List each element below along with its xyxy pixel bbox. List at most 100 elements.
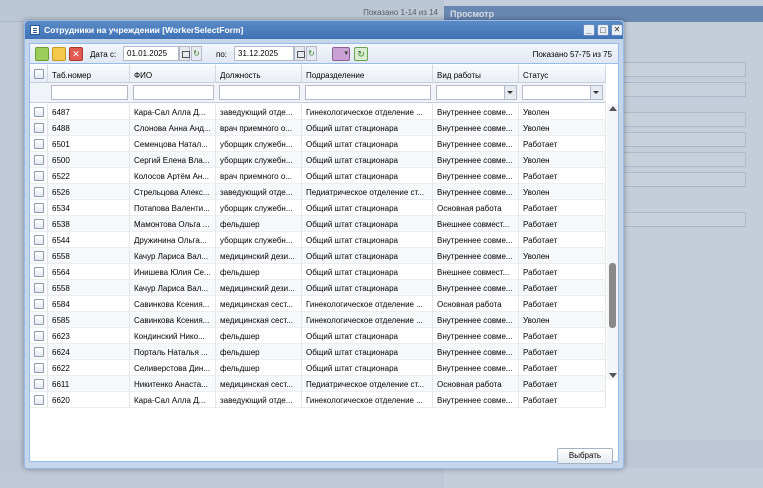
work-type-filter-select[interactable] bbox=[436, 85, 517, 100]
table-row[interactable]: 6558 Качур Лариса Вал... медицинский дези.… bbox=[30, 280, 606, 296]
row-checkbox[interactable] bbox=[34, 267, 44, 277]
row-position: заведующий отде... bbox=[216, 104, 302, 120]
row-checkbox[interactable] bbox=[34, 139, 44, 149]
row-select-cell bbox=[30, 392, 48, 408]
maximize-button[interactable]: □ bbox=[597, 24, 609, 36]
table-row[interactable]: 6623 Кондинский Нико... фельдшер Общий штат… bbox=[30, 328, 606, 344]
row-checkbox[interactable] bbox=[34, 379, 44, 389]
row-tab-number: 6544 bbox=[48, 232, 130, 248]
row-position: медицинская сест... bbox=[216, 312, 302, 328]
scroll-thumb[interactable] bbox=[609, 263, 616, 328]
row-checkbox[interactable] bbox=[34, 299, 44, 309]
row-status: Уволен bbox=[519, 120, 606, 136]
row-checkbox[interactable] bbox=[34, 395, 44, 405]
row-select-cell bbox=[30, 216, 48, 232]
row-tab-number: 6500 bbox=[48, 152, 130, 168]
scroll-up-icon[interactable] bbox=[609, 106, 617, 111]
window-header[interactable]: Сотрудники на учреждении [WorkerSelectFo… bbox=[25, 21, 623, 39]
header-fio[interactable]: ФИО bbox=[130, 65, 216, 83]
row-fio: Кондинский Нико... bbox=[130, 328, 216, 344]
row-checkbox[interactable] bbox=[34, 315, 44, 325]
scroll-down-icon[interactable] bbox=[609, 373, 617, 378]
edit-icon[interactable] bbox=[52, 47, 66, 61]
row-work-type: Внутреннее совме... bbox=[433, 328, 519, 344]
header-tab-number[interactable]: Таб.номер bbox=[48, 65, 130, 83]
header-position[interactable]: Должность bbox=[216, 65, 302, 83]
table-row[interactable]: 6500 Сергий Елена Вла... уборщик служебн..… bbox=[30, 152, 606, 168]
table-row[interactable]: 6584 Савинкова Ксения... медицинская сест.… bbox=[30, 296, 606, 312]
row-checkbox[interactable] bbox=[34, 203, 44, 213]
row-checkbox[interactable] bbox=[34, 107, 44, 117]
header-status[interactable]: Статус bbox=[519, 65, 606, 83]
table-row[interactable]: 6488 Слонова Анна Анд... врач приемного о.… bbox=[30, 120, 606, 136]
table-row[interactable]: 6622 Селиверстова Дин... фельдшер Общий шта… bbox=[30, 360, 606, 376]
header-select-all-cell bbox=[30, 65, 48, 83]
row-checkbox[interactable] bbox=[34, 331, 44, 341]
clear-date-icon[interactable]: ↻ bbox=[191, 46, 202, 61]
row-checkbox[interactable] bbox=[34, 187, 44, 197]
table-row[interactable]: 6558 Качур Лариса Вал... медицинский дези.… bbox=[30, 248, 606, 264]
date-to-label: по: bbox=[216, 50, 228, 59]
row-checkbox[interactable] bbox=[34, 347, 44, 357]
department-filter-input[interactable] bbox=[305, 85, 431, 100]
tab-number-filter-input[interactable] bbox=[51, 85, 128, 100]
table-row[interactable]: 6534 Потапова Валенти... уборщик служебн..… bbox=[30, 200, 606, 216]
calendar-icon[interactable] bbox=[294, 46, 305, 61]
table-row[interactable]: 6624 Порталь Наталья ... фельдшер Общий шта… bbox=[30, 344, 606, 360]
table-row[interactable]: 6522 Колосов Артём Ан... врач приемного о.… bbox=[30, 168, 606, 184]
date-from-input[interactable] bbox=[123, 46, 179, 61]
row-position: медицинская сест... bbox=[216, 296, 302, 312]
refresh-icon[interactable]: ↻ bbox=[354, 47, 368, 61]
select-all-checkbox[interactable] bbox=[34, 69, 44, 79]
status-filter-select[interactable] bbox=[522, 85, 603, 100]
row-checkbox[interactable] bbox=[34, 363, 44, 373]
row-work-type: Внешнее совмест... bbox=[433, 264, 519, 280]
row-fio: Савинкова Ксения... bbox=[130, 312, 216, 328]
row-department: Общий штат стационара bbox=[302, 200, 433, 216]
row-work-type: Основная работа bbox=[433, 376, 519, 392]
row-checkbox[interactable] bbox=[34, 235, 44, 245]
close-button[interactable]: ✕ bbox=[611, 24, 623, 36]
select-button[interactable]: Выбрать bbox=[557, 448, 613, 464]
add-icon[interactable] bbox=[35, 47, 49, 61]
row-fio: Порталь Наталья ... bbox=[130, 344, 216, 360]
grid-scrollbar[interactable] bbox=[607, 104, 618, 380]
delete-icon[interactable]: ✕ bbox=[69, 47, 83, 61]
row-status: Работает bbox=[519, 296, 606, 312]
table-row[interactable]: 6620 Кара-Сал Алла Д... заведующий отде...… bbox=[30, 392, 606, 408]
header-work-type[interactable]: Вид работы bbox=[433, 65, 519, 83]
row-fio: Кара-Сал Алла Д... bbox=[130, 104, 216, 120]
row-checkbox[interactable] bbox=[34, 219, 44, 229]
table-row[interactable]: 6501 Семенцова Натал... уборщик служебн...… bbox=[30, 136, 606, 152]
row-status: Работает bbox=[519, 168, 606, 184]
table-row[interactable]: 6611 Никитенко Анаста... медицинская сест.… bbox=[30, 376, 606, 392]
table-row[interactable]: 6564 Инишева Юлия Се... фельдшер Общий штат… bbox=[30, 264, 606, 280]
position-filter-input[interactable] bbox=[219, 85, 300, 100]
clear-date-icon[interactable]: ↻ bbox=[306, 46, 317, 61]
calendar-icon[interactable] bbox=[179, 46, 190, 61]
window-title: Сотрудники на учреждении [WorkerSelectFo… bbox=[44, 25, 244, 35]
row-tab-number: 6526 bbox=[48, 184, 130, 200]
table-row[interactable]: 6526 Стрельцова Алекс... заведующий отде..… bbox=[30, 184, 606, 200]
row-status: Уволен bbox=[519, 184, 606, 200]
row-select-cell bbox=[30, 200, 48, 216]
row-position: заведующий отде... bbox=[216, 184, 302, 200]
table-row[interactable]: 6487 Кара-Сал Алла Д... заведующий отде...… bbox=[30, 104, 606, 120]
row-fio: Качур Лариса Вал... bbox=[130, 280, 216, 296]
row-checkbox[interactable] bbox=[34, 283, 44, 293]
date-to-input[interactable] bbox=[234, 46, 294, 61]
row-checkbox[interactable] bbox=[34, 123, 44, 133]
row-checkbox[interactable] bbox=[34, 171, 44, 181]
row-checkbox[interactable] bbox=[34, 251, 44, 261]
minimize-button[interactable]: _ bbox=[583, 24, 595, 36]
row-work-type: Внутреннее совме... bbox=[433, 120, 519, 136]
header-department[interactable]: Подразделение bbox=[302, 65, 433, 83]
row-checkbox[interactable] bbox=[34, 155, 44, 165]
filter-menu-icon[interactable]: ▾ bbox=[332, 47, 350, 61]
row-tab-number: 6585 bbox=[48, 312, 130, 328]
row-department: Общий штат стационара bbox=[302, 232, 433, 248]
table-row[interactable]: 6585 Савинкова Ксения... медицинская сест.… bbox=[30, 312, 606, 328]
table-row[interactable]: 6538 Мамонтова Ольга ... фельдшер Общий шта… bbox=[30, 216, 606, 232]
fio-filter-input[interactable] bbox=[133, 85, 214, 100]
table-row[interactable]: 6544 Дружинина Ольга... уборщик служебн...… bbox=[30, 232, 606, 248]
